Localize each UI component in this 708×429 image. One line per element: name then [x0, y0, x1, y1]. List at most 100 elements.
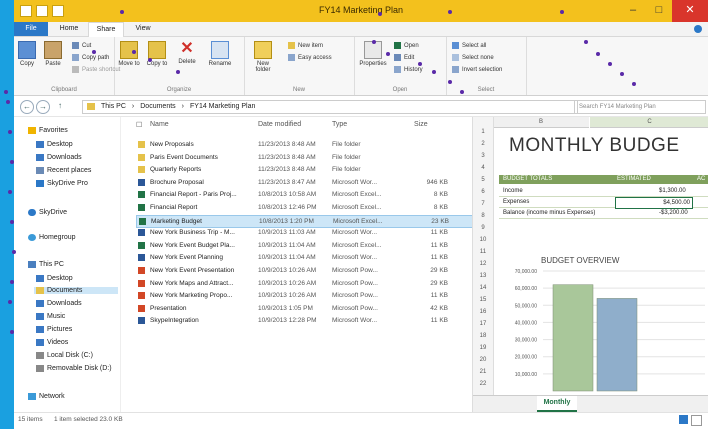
- rename-button[interactable]: Rename: [206, 41, 234, 67]
- copy-button[interactable]: Copy: [16, 41, 38, 67]
- nav-homegroup[interactable]: Homegroup: [28, 234, 76, 241]
- select-all-checkbox[interactable]: ☐: [136, 121, 142, 129]
- sheet-tab-monthly[interactable]: Monthly: [537, 396, 577, 412]
- chevron-right-icon: ›: [181, 103, 184, 110]
- nav-desktop[interactable]: Desktop: [36, 141, 73, 148]
- file-row[interactable]: Financial Report - Paris Proj... 10/8/201…: [136, 189, 472, 200]
- column-header-name[interactable]: Name: [150, 121, 169, 128]
- paste-button[interactable]: Paste: [42, 41, 64, 67]
- nav-pc-pictures[interactable]: Pictures: [36, 326, 72, 333]
- navigation-pane: Favorites Desktop Downloads Recent place…: [14, 117, 121, 412]
- up-button[interactable]: ↑: [54, 100, 66, 112]
- column-header-date[interactable]: Date modified: [258, 121, 301, 128]
- file-row[interactable]: Paris Event Documents 11/23/2013 8:48 AM F…: [136, 152, 472, 163]
- file-row[interactable]: New York Event Presentation 10/9/2013 10:…: [136, 265, 472, 276]
- file-name: Marketing Budget: [151, 217, 202, 225]
- help-icon[interactable]: [694, 25, 702, 33]
- ribbon-tabs: File Home Share View: [14, 22, 708, 37]
- file-row[interactable]: New York Business Trip - M... 10/9/2013 1…: [136, 227, 472, 238]
- bar-estimated: [552, 284, 594, 392]
- row-number: 19: [479, 345, 487, 351]
- column-header-size[interactable]: Size: [414, 121, 428, 128]
- select-none-icon: [452, 54, 459, 61]
- delete-button[interactable]: ✕ Delete: [176, 41, 198, 66]
- nav-pc-music[interactable]: Music: [36, 313, 65, 320]
- back-button[interactable]: ←: [20, 100, 34, 114]
- copy-icon: [18, 41, 36, 59]
- large-icons-view-icon[interactable]: [691, 415, 702, 426]
- file-size: 11 KB: [430, 254, 448, 262]
- tab-share[interactable]: Share: [88, 22, 124, 37]
- file-row[interactable]: New York Event Budget Pla... 10/9/2013 11…: [136, 240, 472, 251]
- search-input[interactable]: Search FY14 Marketing Plan: [574, 100, 706, 114]
- file-row[interactable]: New York Marketing Propo... 10/9/2013 10:…: [136, 290, 472, 301]
- nav-favorites[interactable]: Favorites: [28, 127, 68, 134]
- nav-skydrive-pro[interactable]: SkyDrive Pro: [36, 180, 88, 187]
- removable-disk-icon: [36, 365, 44, 372]
- file-row[interactable]: Marketing Budget 10/8/2013 1:20 PM Microso…: [136, 214, 474, 228]
- history-button[interactable]: History: [394, 65, 423, 74]
- file-row[interactable]: Financial Report 10/8/2013 12:46 PM Micros…: [136, 202, 472, 213]
- copy-path-button[interactable]: Copy path: [72, 53, 109, 62]
- nav-network[interactable]: Network: [28, 393, 65, 400]
- breadcrumb[interactable]: This PC › Documents › FY14 Marketing Pla…: [82, 100, 578, 114]
- tab-view[interactable]: View: [126, 22, 160, 36]
- select-all-button[interactable]: Select all: [452, 41, 486, 50]
- nav-pc-videos[interactable]: Videos: [36, 339, 68, 346]
- breadcrumb-this-pc[interactable]: This PC: [101, 101, 126, 113]
- row-number: 21: [479, 369, 487, 375]
- minimize-button[interactable]: –: [620, 0, 646, 22]
- folder-file-icon: [138, 141, 145, 148]
- nav-skydrive[interactable]: SkyDrive: [28, 209, 67, 216]
- close-button[interactable]: ✕: [672, 0, 708, 22]
- videos-icon: [36, 339, 44, 346]
- nav-pc-desktop[interactable]: Desktop: [36, 275, 73, 282]
- nav-this-pc[interactable]: This PC: [28, 261, 64, 268]
- maximize-button[interactable]: □: [646, 0, 672, 22]
- folder-file-icon: [138, 166, 145, 174]
- file-row[interactable]: New Proposals 11/23/2013 8:48 AM File fold…: [136, 139, 472, 150]
- details-view-icon[interactable]: [679, 415, 688, 424]
- file-row[interactable]: SkypeIntegration 10/9/2013 12:28 PM Micros…: [136, 315, 472, 326]
- forward-button[interactable]: →: [36, 100, 50, 114]
- file-size: 11 KB: [430, 241, 448, 249]
- cut-button[interactable]: Cut: [72, 41, 91, 50]
- file-row[interactable]: Presentation 10/9/2013 1:05 PM Microsoft P…: [136, 303, 472, 314]
- file-date: 10/9/2013 11:04 AM: [258, 254, 316, 262]
- easy-access-button[interactable]: Easy access: [288, 53, 332, 62]
- ppt-file-icon: [138, 279, 145, 287]
- invert-selection-button[interactable]: Invert selection: [452, 65, 502, 74]
- file-row[interactable]: Quarterly Reports 11/23/2013 8:48 AM File …: [136, 164, 472, 175]
- window-controls: – □ ✕: [620, 0, 708, 22]
- window-title: FY14 Marketing Plan: [318, 5, 404, 15]
- computer-icon: [28, 261, 36, 268]
- nav-pc-documents[interactable]: Documents: [34, 287, 118, 294]
- breadcrumb-documents[interactable]: Documents: [140, 101, 175, 113]
- nav-pc-removable-disk[interactable]: Removable Disk (D:): [36, 365, 112, 372]
- properties-button[interactable]: Properties: [358, 41, 388, 67]
- column-header-type[interactable]: Type: [332, 121, 347, 128]
- copy-to-button[interactable]: Copy to: [146, 41, 168, 67]
- breadcrumb-fy14[interactable]: FY14 Marketing Plan: [190, 101, 255, 113]
- file-size: 11 KB: [430, 317, 448, 325]
- move-to-button[interactable]: Move to: [118, 41, 140, 67]
- decorative-dot: [584, 40, 588, 44]
- file-row[interactable]: New York Event Planning 10/9/2013 11:04 A…: [136, 252, 472, 263]
- skydrive-pro-icon: [36, 180, 44, 187]
- open-button[interactable]: Open: [394, 41, 419, 50]
- nav-recent-places[interactable]: Recent places: [36, 167, 91, 174]
- file-row[interactable]: Brochure Proposal 11/23/2013 8:47 AM Micro…: [136, 177, 472, 188]
- file-size: 42 KB: [430, 304, 448, 312]
- ppt-file-icon: [138, 267, 145, 274]
- file-name: New York Marketing Propo...: [150, 292, 233, 300]
- tab-file[interactable]: File: [14, 22, 48, 36]
- nav-pc-local-disk[interactable]: Local Disk (C:): [36, 352, 93, 359]
- select-none-button[interactable]: Select none: [452, 53, 494, 62]
- tab-home[interactable]: Home: [52, 22, 86, 36]
- nav-downloads[interactable]: Downloads: [36, 154, 82, 161]
- nav-pc-downloads[interactable]: Downloads: [36, 300, 82, 307]
- new-folder-button[interactable]: New folder: [250, 41, 276, 73]
- edit-button[interactable]: Edit: [394, 53, 414, 62]
- new-item-button[interactable]: New item: [288, 41, 323, 50]
- file-row[interactable]: New York Maps and Attract... 10/9/2013 10…: [136, 278, 472, 289]
